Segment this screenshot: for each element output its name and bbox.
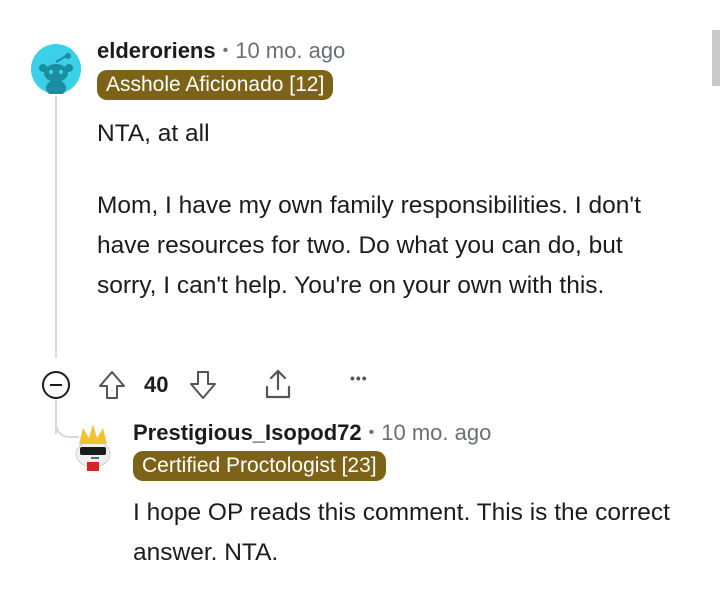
separator-dot: • xyxy=(368,424,375,441)
share-button[interactable] xyxy=(262,367,294,401)
more-options-button[interactable]: ••• xyxy=(350,370,368,386)
comment-paragraph: NTA, at all xyxy=(97,120,210,147)
reply-user-flair: Certified Proctologist [23] xyxy=(133,451,386,481)
avatar[interactable] xyxy=(31,44,81,96)
collapse-minus-icon xyxy=(42,371,70,399)
downvote-arrow-icon xyxy=(190,371,216,399)
comment-header: elderoriens • 10 mo. ago xyxy=(97,38,345,64)
reply-paragraph: I hope OP reads this comment. This is th… xyxy=(133,499,670,566)
user-flair: Asshole Aficionado [12] xyxy=(97,70,334,100)
separator-dot: • xyxy=(222,42,229,59)
upvote-button[interactable] xyxy=(97,369,127,401)
timestamp: 10 mo. ago xyxy=(235,38,346,63)
snoo-sunglasses-avatar-icon xyxy=(75,424,111,471)
comment-body: NTA, at all Mom, I have my own family re… xyxy=(97,114,687,306)
reply-timestamp: 10 mo. ago xyxy=(381,420,492,445)
reply-body: I hope OP reads this comment. This is th… xyxy=(133,493,673,573)
snoo-avatar-icon xyxy=(31,44,81,96)
scrollbar[interactable] xyxy=(712,30,720,86)
comment-paragraph: Mom, I have my own family responsibiliti… xyxy=(97,192,641,299)
downvote-button[interactable] xyxy=(188,369,218,401)
reply-username[interactable]: Prestigious_Isopod72 xyxy=(133,420,362,446)
username[interactable]: elderoriens xyxy=(97,38,216,64)
thread-line[interactable] xyxy=(55,96,57,358)
collapse-button[interactable] xyxy=(41,370,71,400)
more-options-icon: ••• xyxy=(350,370,368,386)
reply-header: Prestigious_Isopod72 • 10 mo. ago xyxy=(133,420,491,446)
upvote-arrow-icon xyxy=(99,371,125,399)
share-icon xyxy=(265,369,291,399)
reply-avatar[interactable] xyxy=(69,422,117,472)
vote-count: 40 xyxy=(144,372,169,397)
